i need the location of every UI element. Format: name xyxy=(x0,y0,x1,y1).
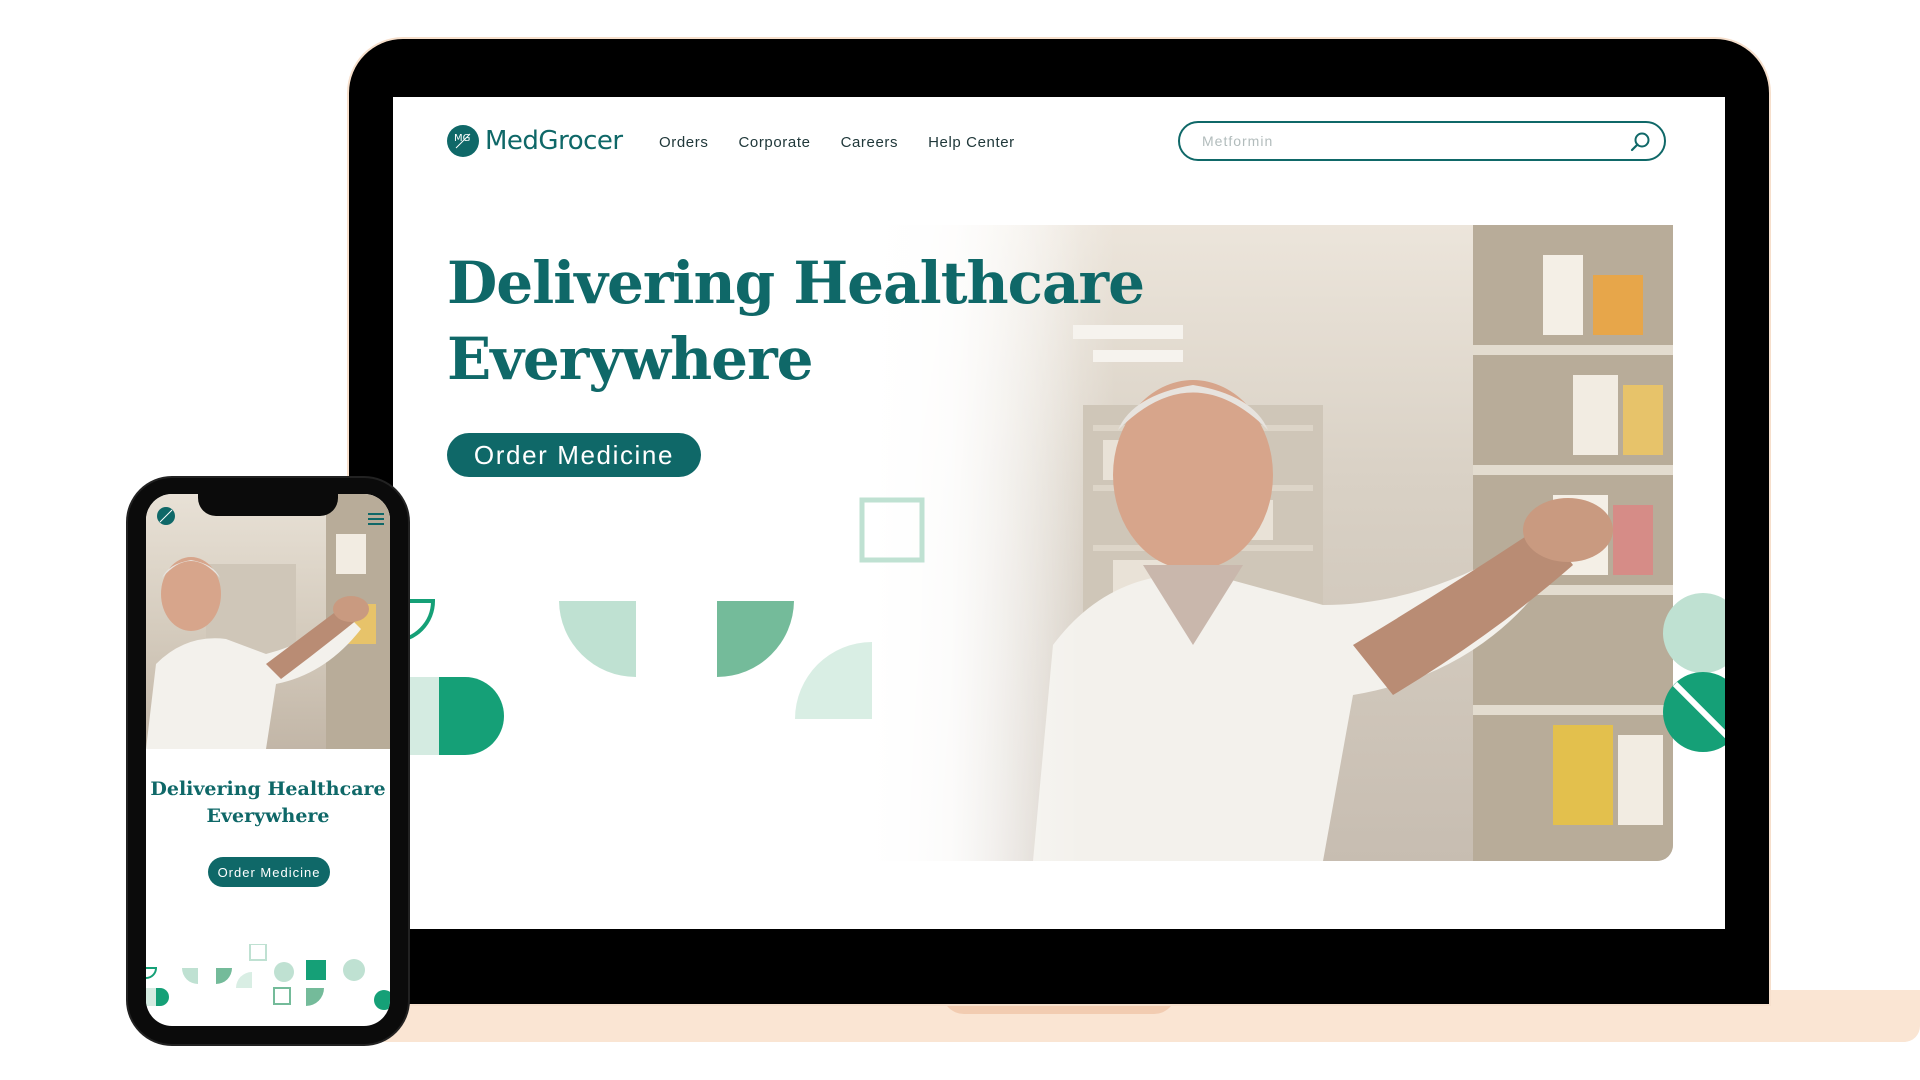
mobile-hero-title-line-1: Delivering Healthcare xyxy=(150,778,386,800)
logo-mark-icon: MG xyxy=(447,125,479,157)
hero-title-line-2: Everywhere xyxy=(447,325,814,393)
brand-logo[interactable]: MG MedGrocer xyxy=(447,125,623,157)
quarter-shape-3 xyxy=(795,642,872,719)
order-medicine-button[interactable]: Order Medicine xyxy=(447,433,701,477)
phone-frame: Delivering Healthcare Everywhere Order M… xyxy=(128,478,408,1044)
mobile-hero-photo xyxy=(146,494,390,749)
nav-item-orders[interactable]: Orders xyxy=(659,134,708,151)
search-bar xyxy=(1178,121,1666,161)
square-outline-shape xyxy=(859,497,925,563)
decorative-shapes xyxy=(393,497,1725,755)
circle-shape xyxy=(1663,593,1725,673)
mobile-hero-title-line-2: Everywhere xyxy=(206,805,330,827)
mobile-logo-icon[interactable] xyxy=(156,506,176,530)
nav-item-help-center[interactable]: Help Center xyxy=(928,134,1015,151)
search-icon[interactable] xyxy=(1630,131,1652,157)
pill-circle-shape xyxy=(1663,672,1725,752)
mobile-pharmacist-image xyxy=(146,494,390,749)
nav-item-careers[interactable]: Careers xyxy=(841,134,899,151)
hero-title-line-1: Delivering Healthcare xyxy=(447,249,1145,317)
hero-title: Delivering Healthcare Everywhere xyxy=(447,245,1147,397)
mobile-screen: Delivering Healthcare Everywhere Order M… xyxy=(146,494,390,1026)
mobile-hero-title: Delivering Healthcare Everywhere xyxy=(146,776,390,830)
desktop-screen: MG MedGrocer Orders Corporate Careers He… xyxy=(393,97,1725,929)
mobile-order-medicine-button[interactable]: Order Medicine xyxy=(208,857,330,887)
search-input[interactable] xyxy=(1200,132,1604,150)
quarter-shape-1 xyxy=(559,601,636,677)
pill-right-shape xyxy=(439,677,504,755)
hamburger-menu-icon[interactable] xyxy=(368,510,384,529)
phone-notch xyxy=(198,490,338,516)
mobile-decorative-shapes xyxy=(146,944,390,1010)
main-nav: Orders Corporate Careers Help Center xyxy=(659,134,1015,151)
brand-name: MedGrocer xyxy=(485,126,623,156)
nav-item-corporate[interactable]: Corporate xyxy=(738,134,810,151)
quarter-shape-2 xyxy=(717,601,794,677)
